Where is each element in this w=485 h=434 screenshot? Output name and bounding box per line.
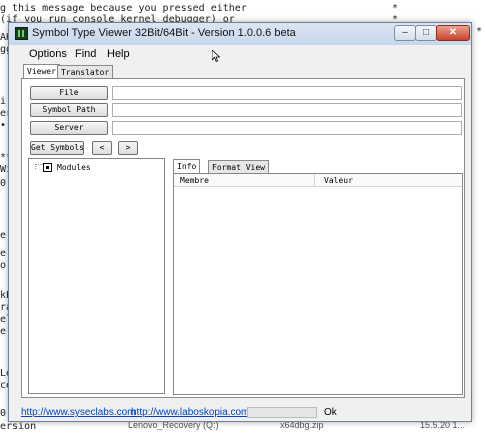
server-field[interactable] [112,121,462,135]
column-header-valeur[interactable]: Valeur [324,176,353,185]
tab-translator[interactable]: Translator [57,65,114,79]
menu-help[interactable]: Help [107,48,130,60]
column-separator[interactable] [314,174,315,187]
server-button[interactable]: Server [30,121,108,135]
console-fragment: o [0,260,7,271]
file-button[interactable]: File [30,86,108,100]
syseclabs-link[interactable]: http://www.syseclabs.com [21,407,135,418]
listview-header: Membre Valeur [174,174,462,187]
console-star: * [476,26,483,37]
tab-info[interactable]: Info [173,159,201,173]
console-fragment: e [0,248,7,259]
menu-find[interactable]: Find [75,48,96,60]
forward-button[interactable]: > [118,141,138,155]
menu-bar: Options Find Help [9,45,471,63]
tab-viewer[interactable]: Viewer [23,64,60,79]
minimize-button[interactable]: – [394,25,416,41]
console-fragment: 0 [0,408,7,419]
maximize-button[interactable]: □ [415,25,437,41]
get-symbols-button[interactable]: Get Symbols [30,141,84,155]
status-bar: http://www.syseclabs.com http://www.labo… [9,404,471,421]
tree-connector [35,164,43,169]
menu-options[interactable]: Options [29,48,67,60]
modules-tree[interactable]: Modules [28,158,165,394]
back-button[interactable]: < [92,141,112,155]
tab-format-view[interactable]: Format View [208,160,269,173]
window-title: Symbol Type Viewer 32Bit/64Bit - Version… [32,27,296,39]
viewer-panel: File Symbol Path Server Get Symbols < > … [21,78,465,398]
info-listview[interactable]: Membre Valeur [173,173,463,395]
progress-bar [247,407,317,418]
console-fragment: ersion [0,421,37,432]
console-fragment: e [0,326,7,337]
symbol-path-field[interactable] [112,103,462,117]
symbol-type-viewer-window: Symbol Type Viewer 32Bit/64Bit - Version… [8,22,472,422]
tree-item-modules[interactable]: Modules [57,163,91,172]
title-bar[interactable]: Symbol Type Viewer 32Bit/64Bit - Version… [9,23,471,45]
console-fragment: 0 [0,178,7,189]
close-button[interactable]: ✕ [436,25,470,41]
console-line: g this message because you pressed eithe… [0,3,247,14]
console-fragment: i [0,96,7,107]
app-icon [15,27,28,40]
console-fragment: e [0,230,7,241]
laboskopia-link[interactable]: http://www.laboskopia.com [131,407,249,418]
column-header-membre[interactable]: Membre [180,176,209,185]
module-icon [43,163,52,172]
background-taskbar: Lenovo_Recovery (Q:) x64dbg.zip 15.5.20 … [120,420,485,434]
status-text: Ok [324,407,337,418]
symbol-path-button[interactable]: Symbol Path [30,103,108,117]
mouse-cursor-icon [212,50,220,62]
file-path-field[interactable] [112,86,462,100]
console-star: * [392,3,399,14]
console-fragment: • [0,120,7,131]
